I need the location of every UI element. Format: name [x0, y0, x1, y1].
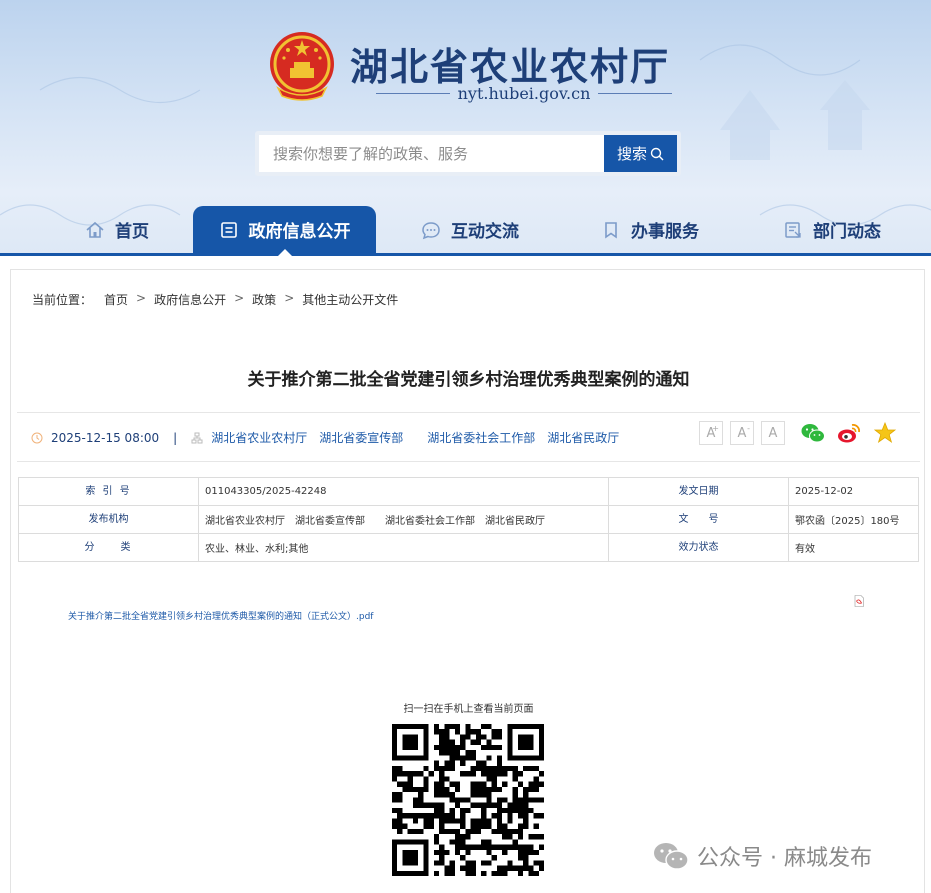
- font-button-sup: -: [747, 424, 750, 433]
- watermark-text: 公众号 · 麻城发布: [697, 846, 872, 871]
- table-key: 分 类: [18, 533, 199, 562]
- article-panel: 当前位置： 首页 > 政府信息公开 > 政策 > 其他主动公开文件 关于推介第二…: [10, 269, 925, 893]
- document-list-icon: [220, 221, 237, 238]
- news-icon: [785, 221, 801, 238]
- organization-icon: [191, 432, 203, 443]
- breadcrumb-separator: >: [136, 291, 147, 305]
- table-value: 农业、林业、水利;其他: [198, 533, 609, 562]
- breadcrumb-prefix: 当前位置：: [32, 293, 93, 307]
- table-key: 发布机构: [18, 505, 199, 534]
- chat-icon: [422, 221, 440, 239]
- nav-item-department-news[interactable]: 部门动态: [762, 206, 902, 253]
- nav-item-interaction[interactable]: 互动交流: [400, 206, 540, 253]
- weibo-icon[interactable]: [837, 422, 861, 444]
- nav-label: 互动交流: [451, 222, 519, 242]
- nav-label: 政府信息公开: [248, 222, 351, 242]
- search-input[interactable]: [259, 135, 604, 172]
- publisher-link[interactable]: 湖北省农业农村厅: [211, 429, 307, 446]
- nav-label: 部门动态: [813, 222, 881, 242]
- nav-item-services[interactable]: 办事服务: [580, 206, 720, 253]
- wechat-icon: [654, 843, 689, 870]
- table-row: 索 引 号 011043305/2025-42248 发文日期 2025-12-…: [18, 477, 919, 506]
- table-value: 011043305/2025-42248: [198, 477, 609, 506]
- breadcrumb-link-gov-info[interactable]: 政府信息公开: [154, 291, 226, 308]
- active-nav-indicator: [277, 249, 292, 256]
- breadcrumb-separator: >: [234, 291, 245, 305]
- share-icons: [801, 422, 897, 444]
- breadcrumb: 当前位置： 首页 > 政府信息公开 > 政策 > 其他主动公开文件: [32, 291, 398, 308]
- pdf-file-icon: [854, 595, 864, 607]
- qr-code: [392, 724, 544, 876]
- article-title: 关于推介第二批全省党建引领乡村治理优秀典型案例的通知: [247, 370, 690, 390]
- nav-label: 首页: [115, 222, 149, 242]
- table-key: 效力状态: [608, 533, 789, 562]
- publisher-link[interactable]: 湖北省委宣传部: [319, 429, 403, 446]
- breadcrumb-separator: >: [284, 291, 295, 305]
- site-url: nyt.hubei.gov.cn: [457, 83, 591, 103]
- font-size-controls: A + A- A: [699, 421, 785, 445]
- article-meta: 2025-12-15 08:00 | 湖北省农业农村厅 湖北省委宣传部 湖北省委…: [17, 412, 920, 462]
- search-box: 搜索: [255, 131, 681, 176]
- search-button-label: 搜索: [616, 145, 647, 163]
- clock-icon: [31, 432, 43, 443]
- divider: [376, 92, 450, 94]
- font-button-label: A: [737, 425, 747, 441]
- publisher-link[interactable]: 湖北省民政厅: [547, 429, 619, 446]
- document-info-table: 索 引 号 011043305/2025-42248 发文日期 2025-12-…: [18, 477, 919, 562]
- font-button-sup: +: [712, 424, 719, 433]
- site-header: 湖北省农业农村厅 nyt.hubei.gov.cn 搜索 首页 政府信息公开 互…: [0, 0, 931, 256]
- nav-item-gov-info[interactable]: 政府信息公开: [193, 206, 376, 256]
- site-url-row: nyt.hubei.gov.cn: [376, 82, 672, 104]
- breadcrumb-link-home[interactable]: 首页: [104, 291, 128, 308]
- font-reset-button[interactable]: A: [761, 421, 785, 445]
- meta-info: 2025-12-15 08:00 | 湖北省农业农村厅 湖北省委宣传部 湖北省委…: [31, 429, 631, 446]
- font-decrease-button[interactable]: A-: [730, 421, 754, 445]
- table-value: 有效: [788, 533, 919, 562]
- table-value: 2025-12-02: [788, 477, 919, 506]
- nav-label: 办事服务: [631, 222, 699, 242]
- font-button-label: A: [768, 425, 778, 441]
- site-logo[interactable]: 湖北省农业农村厅 nyt.hubei.gov.cn: [268, 30, 672, 106]
- table-value: 湖北省农业农村厅 湖北省委宣传部 湖北省委社会工作部 湖北省民政厅: [198, 505, 609, 534]
- publisher-link[interactable]: 湖北省委社会工作部: [427, 429, 535, 446]
- search-button[interactable]: 搜索: [604, 135, 677, 172]
- wechat-icon[interactable]: [801, 422, 825, 444]
- table-row: 分 类 农业、林业、水利;其他 效力状态 有效: [18, 533, 919, 562]
- meta-separator: |: [173, 430, 178, 445]
- wechat-watermark: 公众号 · 麻城发布: [653, 840, 872, 872]
- publish-date: 2025-12-15 08:00: [51, 430, 160, 445]
- table-key: 索 引 号: [18, 477, 199, 506]
- divider: [598, 92, 672, 94]
- breadcrumb-link-policy[interactable]: 政策: [252, 291, 276, 308]
- search-icon: [650, 147, 664, 160]
- breadcrumb-link-other-files[interactable]: 其他主动公开文件: [302, 291, 398, 308]
- nav-underline: [0, 253, 931, 256]
- home-icon: [86, 221, 104, 238]
- table-key: 发文日期: [608, 477, 789, 506]
- qr-caption: 扫一扫在手机上查看当前页面: [403, 704, 534, 715]
- national-emblem-icon: [270, 32, 334, 101]
- font-increase-button[interactable]: A +: [699, 421, 723, 445]
- favorite-star-icon[interactable]: [873, 422, 897, 444]
- table-row: 发布机构 湖北省农业农村厅 湖北省委宣传部 湖北省委社会工作部 湖北省民政厅 文…: [18, 505, 919, 534]
- main-nav: 首页 政府信息公开 互动交流 办事服务 部门动态: [0, 206, 931, 256]
- table-value: 鄂农函〔2025〕180号: [788, 505, 919, 534]
- attachment-link[interactable]: 关于推介第二批全省党建引领乡村治理优秀典型案例的通知（正式公文）.pdf: [68, 609, 373, 622]
- table-key: 文 号: [608, 505, 789, 534]
- nav-item-home[interactable]: 首页: [42, 206, 192, 253]
- bookmark-icon: [605, 221, 617, 239]
